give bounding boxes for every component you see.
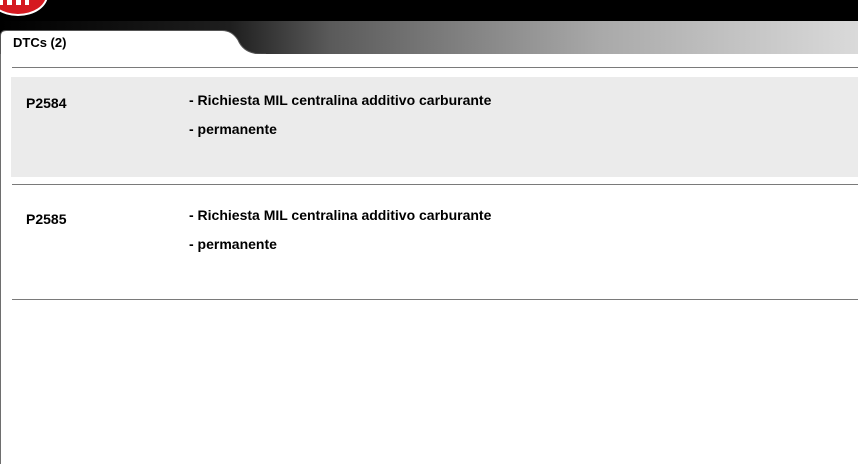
tab-strip: DTCs (2) <box>0 21 858 56</box>
dtc-status: - permanente <box>189 236 277 252</box>
dtc-description: - Richiesta MIL centralina additivo carb… <box>189 92 492 108</box>
tab-dtcs-label: DTCs (2) <box>13 35 67 50</box>
top-bar <box>0 0 858 21</box>
dtc-status: - permanente <box>189 121 277 137</box>
dtc-row[interactable]: P2585 - Richiesta MIL centralina additiv… <box>11 193 858 293</box>
row-divider <box>12 184 858 185</box>
dtc-list-panel: P2584 - Richiesta MIL centralina additiv… <box>0 54 858 464</box>
tab-dtcs[interactable]: DTCs (2) <box>0 30 266 56</box>
list-top-divider <box>12 67 858 68</box>
dtc-code: P2585 <box>26 211 67 227</box>
row-divider <box>12 299 858 300</box>
dtc-row[interactable]: P2584 - Richiesta MIL centralina additiv… <box>11 77 858 177</box>
dtc-description: - Richiesta MIL centralina additivo carb… <box>189 207 492 223</box>
dtc-code: P2584 <box>26 95 67 111</box>
brand-logo-icon <box>0 0 48 16</box>
